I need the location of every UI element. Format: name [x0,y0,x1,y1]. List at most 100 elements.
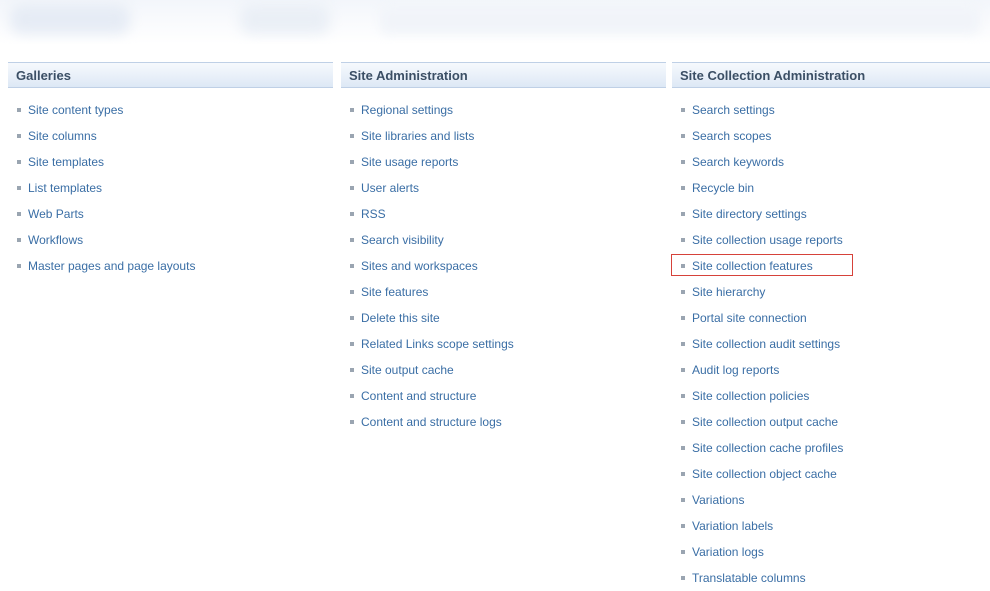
bullet-icon [350,368,354,372]
link-portal-site-connection[interactable]: Portal site connection [672,305,990,331]
link-label: Portal site connection [692,311,807,325]
link-label: Search visibility [361,233,444,247]
bullet-icon [350,108,354,112]
site-collection-administration-section: Site Collection Administration Search se… [671,62,990,591]
link-label: Site hierarchy [692,285,766,299]
link-delete-this-site[interactable]: Delete this site [341,305,666,331]
link-site-collection-policies[interactable]: Site collection policies [672,383,990,409]
blurred-top-banner [0,0,990,44]
link-label: Site collection object cache [692,467,837,481]
bullet-icon [350,212,354,216]
link-recycle-bin[interactable]: Recycle bin [672,175,990,201]
link-search-settings[interactable]: Search settings [672,97,990,123]
bullet-icon [350,238,354,242]
link-master-pages-and-page-layouts[interactable]: Master pages and page layouts [8,253,333,279]
link-label: Content and structure [361,389,477,403]
bullet-icon [350,264,354,268]
link-label: Site output cache [361,363,454,377]
link-variations[interactable]: Variations [672,487,990,513]
link-content-and-structure-logs[interactable]: Content and structure logs [341,409,666,435]
link-site-collection-usage-reports[interactable]: Site collection usage reports [672,227,990,253]
link-label: List templates [28,181,103,195]
link-label: Web Parts [28,207,84,221]
link-label: Site features [361,285,429,299]
link-label: RSS [361,207,386,221]
link-site-hierarchy[interactable]: Site hierarchy [672,279,990,305]
link-user-alerts[interactable]: User alerts [341,175,666,201]
link-label: Search settings [692,103,775,117]
link-content-and-structure[interactable]: Content and structure [341,383,666,409]
bullet-icon [17,238,21,242]
link-variation-logs[interactable]: Variation logs [672,539,990,565]
link-variation-labels[interactable]: Variation labels [672,513,990,539]
bullet-icon [681,368,685,372]
bullet-icon [681,394,685,398]
link-related-links-scope-settings[interactable]: Related Links scope settings [341,331,666,357]
bullet-icon [17,264,21,268]
galleries-header: Galleries [8,62,333,88]
link-label: Site libraries and lists [361,129,475,143]
site-collection-administration-link-list: Search settings Search scopes Search keywo… [671,97,990,591]
bullet-icon [681,290,685,294]
link-site-collection-output-cache[interactable]: Site collection output cache [672,409,990,435]
link-search-visibility[interactable]: Search visibility [341,227,666,253]
link-site-libraries-and-lists[interactable]: Site libraries and lists [341,123,666,149]
link-label: Site usage reports [361,155,459,169]
blurred-nav-area [380,6,980,34]
link-site-directory-settings[interactable]: Site directory settings [672,201,990,227]
link-label: Delete this site [361,311,440,325]
link-label: Content and structure logs [361,415,502,429]
link-workflows[interactable]: Workflows [8,227,333,253]
link-sites-and-workspaces[interactable]: Sites and workspaces [341,253,666,279]
bullet-icon [350,316,354,320]
bullet-icon [350,394,354,398]
bullet-icon [350,134,354,138]
galleries-link-list: Site content types Site columns Site templ… [8,97,333,279]
bullet-icon [17,108,21,112]
link-label: Recycle bin [692,181,755,195]
link-search-scopes[interactable]: Search scopes [672,123,990,149]
site-administration-section: Site Administration Regional settings Sit… [341,62,666,435]
bullet-icon [681,316,685,320]
link-site-content-types[interactable]: Site content types [8,97,333,123]
link-label: Site collection usage reports [692,233,843,247]
link-site-collection-audit-settings[interactable]: Site collection audit settings [672,331,990,357]
site-collection-administration-header: Site Collection Administration [672,62,990,88]
bullet-icon [681,342,685,346]
bullet-icon [17,212,21,216]
link-site-templates[interactable]: Site templates [8,149,333,175]
link-translatable-columns[interactable]: Translatable columns [672,565,990,591]
link-label: Related Links scope settings [361,337,514,351]
link-site-collection-features[interactable]: Site collection features [671,253,990,279]
link-label: Site collection cache profiles [692,441,844,455]
link-site-columns[interactable]: Site columns [8,123,333,149]
link-search-keywords[interactable]: Search keywords [672,149,990,175]
link-label: Audit log reports [692,363,780,377]
link-label: Site directory settings [692,207,807,221]
bullet-icon [681,186,685,190]
link-rss[interactable]: RSS [341,201,666,227]
bullet-icon [681,160,685,164]
link-audit-log-reports[interactable]: Audit log reports [672,357,990,383]
link-site-collection-object-cache[interactable]: Site collection object cache [672,461,990,487]
bullet-icon [681,420,685,424]
bullet-icon [17,160,21,164]
link-site-collection-cache-profiles[interactable]: Site collection cache profiles [672,435,990,461]
link-site-features[interactable]: Site features [341,279,666,305]
link-web-parts[interactable]: Web Parts [8,201,333,227]
bullet-icon [681,446,685,450]
link-label: Site collection audit settings [692,337,841,351]
link-label: Variation labels [692,519,774,533]
link-site-output-cache[interactable]: Site output cache [341,357,666,383]
bullet-icon [681,472,685,476]
link-site-usage-reports[interactable]: Site usage reports [341,149,666,175]
bullet-icon [350,290,354,294]
link-list-templates[interactable]: List templates [8,175,333,201]
bullet-icon [681,524,685,528]
link-label: Site content types [28,103,124,117]
bullet-icon [681,212,685,216]
bullet-icon [17,134,21,138]
link-label: Site collection policies [692,389,810,403]
link-label: Search scopes [692,129,772,143]
link-regional-settings[interactable]: Regional settings [341,97,666,123]
